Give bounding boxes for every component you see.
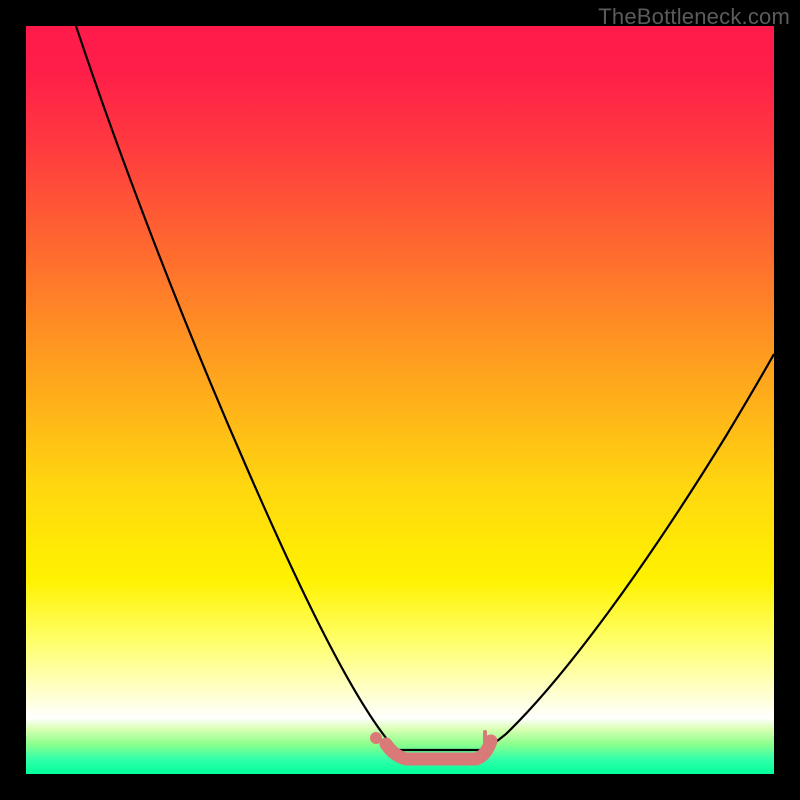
highlight-dot (370, 732, 382, 744)
bottleneck-curve-right (484, 354, 774, 750)
bottleneck-curve-left (76, 26, 398, 750)
chart-plot-area (26, 26, 774, 774)
chart-svg (26, 26, 774, 774)
